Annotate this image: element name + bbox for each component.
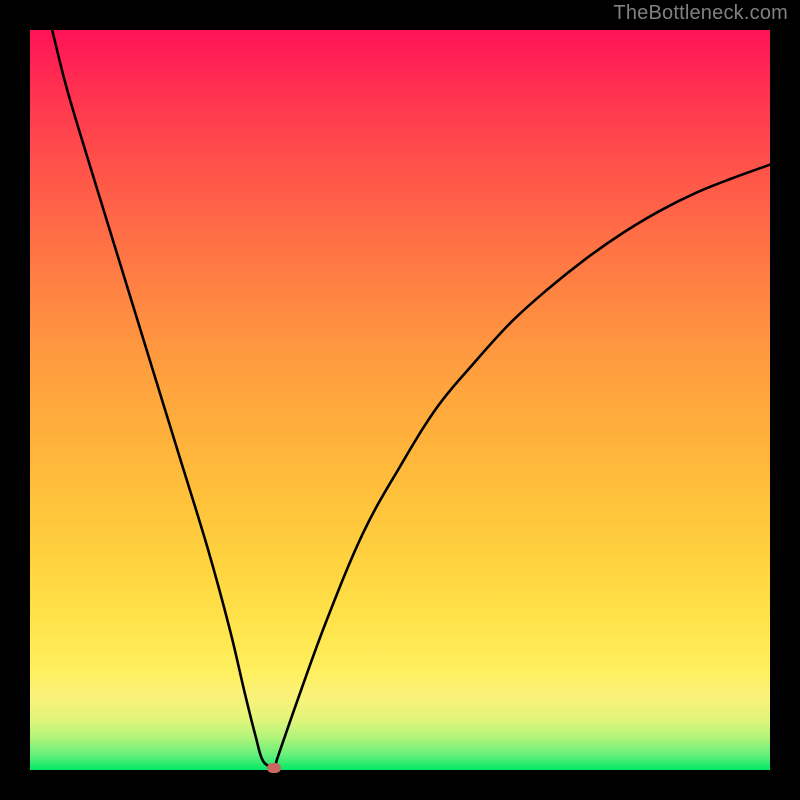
chart-background-gradient [30,30,770,770]
watermark-text: TheBottleneck.com [613,2,788,25]
optimal-point-marker [267,763,281,773]
